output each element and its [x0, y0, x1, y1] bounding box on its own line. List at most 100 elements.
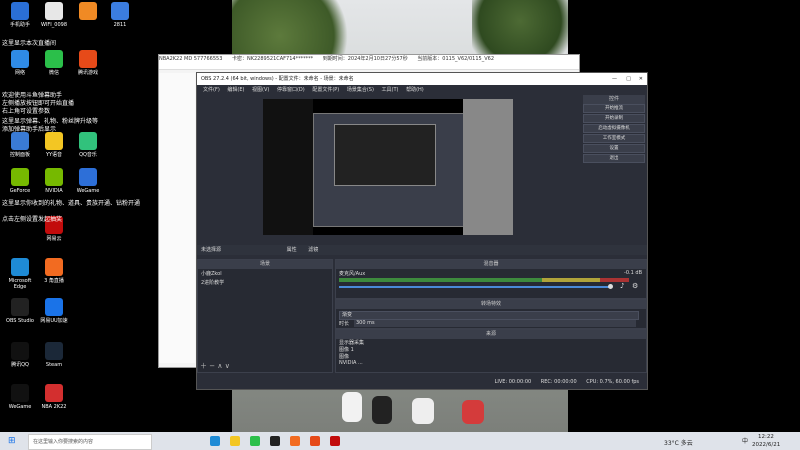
desktop-icon[interactable]: NVIDIA [36, 168, 72, 194]
start-streaming-button[interactable]: 开始推流 [583, 104, 645, 113]
desktop-icon[interactable]: 3 角直播 [36, 258, 72, 284]
desktop-icon[interactable] [70, 2, 106, 22]
clock-date[interactable]: 2022/6/21 [752, 442, 780, 448]
obs-title: OBS 27.2.4 (64 bit, windows) - 配置文件：未命名 … [201, 76, 354, 82]
desktop-icon-label: 2811 [113, 22, 127, 28]
remove-scene-icon[interactable]: − [209, 362, 215, 370]
filters-button[interactable]: 滤镜 [308, 247, 318, 253]
clock-time[interactable]: 12:22 [758, 434, 774, 440]
obs-menubar: 文件(F) 编辑(E) 视图(V) 停靠窗口(D) 配置文件(P) 场景集合(S… [197, 85, 647, 95]
desktop-icon[interactable]: 网易UU加速 [36, 298, 72, 324]
menu-scene-collection[interactable]: 场景集合(S) [347, 87, 374, 93]
desktop-icon[interactable]: WIFI_0098 [36, 2, 72, 28]
nba-card: 卡密：NK2289521CAF714******* [231, 56, 314, 62]
exit-button[interactable]: 退出 [583, 154, 645, 163]
menu-view[interactable]: 视图(V) [252, 87, 269, 93]
sources-header: 来源 [336, 330, 646, 339]
move-up-icon[interactable]: ∧ [217, 362, 222, 370]
folder-icon[interactable] [230, 436, 240, 446]
ime-indicator[interactable]: 中 [742, 436, 748, 445]
volume-slider-handle[interactable] [608, 284, 613, 289]
gear-icon[interactable]: ⚙ [632, 282, 638, 290]
rec-time: REC: 00:00:00 [540, 379, 577, 385]
desktop-icon[interactable]: GeForce [2, 168, 38, 194]
maximize-icon[interactable]: □ [626, 73, 631, 85]
desktop-icon[interactable]: 手机助手 [2, 2, 38, 28]
desktop-icon-label: YY语音 [45, 152, 63, 158]
desktop-icon-label: 腾讯QQ [11, 362, 29, 368]
wechat-icon[interactable] [250, 436, 260, 446]
app-icon [11, 298, 29, 316]
app-icon[interactable] [310, 436, 320, 446]
preview-nested-inner [334, 124, 436, 186]
source-toolbar: 未选择源 属性 滤镜 [197, 245, 647, 255]
desktop-icon-label: NVIDIA [45, 188, 63, 194]
move-down-icon[interactable]: ∨ [225, 362, 230, 370]
desktop-icon-label: NBA 2K22 [41, 404, 67, 410]
app-icon [45, 258, 63, 276]
scene-item[interactable]: 2进阶教学 [198, 278, 332, 287]
volume-slider[interactable] [339, 286, 609, 288]
minimize-icon[interactable]: — [612, 73, 617, 85]
obs-window[interactable]: OBS 27.2.4 (64 bit, windows) - 配置文件：未命名 … [196, 72, 648, 390]
app-icon [79, 168, 97, 186]
close-icon[interactable]: ✕ [639, 73, 643, 85]
menu-profile[interactable]: 配置文件(P) [312, 87, 339, 93]
desktop-icon[interactable]: WeGame [70, 168, 106, 194]
source-item[interactable]: 显示器采集 [336, 339, 646, 346]
obs-icon[interactable] [270, 436, 280, 446]
no-source-label: 未选择源 [201, 247, 222, 253]
properties-button[interactable]: 属性 [287, 247, 297, 253]
desktop-icon[interactable]: OBS Studio [2, 298, 38, 324]
desktop-icon[interactable]: 网络 [2, 50, 38, 76]
menu-edit[interactable]: 编辑(E) [227, 87, 244, 93]
desktop-icon-label: QQ音乐 [79, 152, 97, 158]
studio-mode-button[interactable]: 工作室模式 [583, 134, 645, 143]
desktop-icon[interactable]: NBA 2K22 [36, 384, 72, 410]
duration-input[interactable]: 300 ms [354, 320, 636, 327]
desktop-icon[interactable]: 2811 [102, 2, 138, 28]
windows-start-icon[interactable]: ⊞ [8, 436, 16, 446]
app-icon [11, 2, 29, 20]
desktop-icon[interactable]: 腾讯游戏 [70, 50, 106, 76]
weather[interactable]: 33°C 多云 [664, 438, 693, 447]
nba-title: NBA2K22 MD 577766553 [159, 56, 223, 62]
taskbar-search[interactable]: 在这里输入你要搜索的内容 [28, 434, 152, 450]
source-item[interactable]: 图像 1 [336, 346, 646, 353]
add-scene-icon[interactable]: ＋ [200, 362, 207, 370]
scene-item[interactable]: 小鹿Zkol [198, 269, 332, 278]
nba-sidebar [159, 73, 195, 363]
transition-select[interactable]: 渐变 [339, 311, 639, 320]
desktop-icon-label: WIFI_0098 [41, 22, 67, 28]
menu-help[interactable]: 帮助(H) [406, 87, 424, 93]
source-item[interactable]: NVIDIA ... [336, 360, 646, 366]
desktop-icon[interactable]: 控制面板 [2, 132, 38, 158]
shoe [372, 396, 392, 424]
desktop-icon[interactable]: Steam [36, 342, 72, 368]
app-icon[interactable] [290, 436, 300, 446]
menu-docks[interactable]: 停靠窗口(D) [277, 87, 305, 93]
desktop-icon[interactable]: QQ音乐 [70, 132, 106, 158]
desktop-icon-label: WeGame [76, 188, 100, 194]
menu-tools[interactable]: 工具(T) [382, 87, 399, 93]
desktop-icon[interactable]: YY语音 [36, 132, 72, 158]
desktop-icon[interactable]: 微信 [36, 50, 72, 76]
menu-file[interactable]: 文件(F) [203, 87, 220, 93]
source-item[interactable]: 图像 [336, 353, 646, 360]
obs-titlebar[interactable]: OBS 27.2.4 (64 bit, windows) - 配置文件：未命名 … [197, 73, 647, 85]
nba-helper-titlebar[interactable]: NBA2K22 MD 577766553 卡密：NK2289521CAF714*… [159, 55, 579, 70]
live-time: LIVE: 00:00:00 [494, 379, 532, 385]
edge-icon[interactable] [210, 436, 220, 446]
app-icon[interactable] [330, 436, 340, 446]
desktop-icon[interactable]: Microsoft Edge [2, 258, 38, 290]
virtual-camera-button[interactable]: 启动虚拟摄像机 [583, 124, 645, 133]
desktop-icon-label: Steam [45, 362, 63, 368]
scenes-dock: 场景 小鹿Zkol 2进阶教学 ＋ − ∧ ∨ [197, 259, 333, 373]
speaker-icon[interactable]: ♪ [620, 282, 624, 290]
settings-button[interactable]: 设置 [583, 144, 645, 153]
app-icon [79, 132, 97, 150]
desktop-icon[interactable]: WeGame [2, 384, 38, 410]
start-recording-button[interactable]: 开始录制 [583, 114, 645, 123]
desktop-icon[interactable]: 腾讯QQ [2, 342, 38, 368]
obs-preview[interactable] [263, 99, 513, 235]
